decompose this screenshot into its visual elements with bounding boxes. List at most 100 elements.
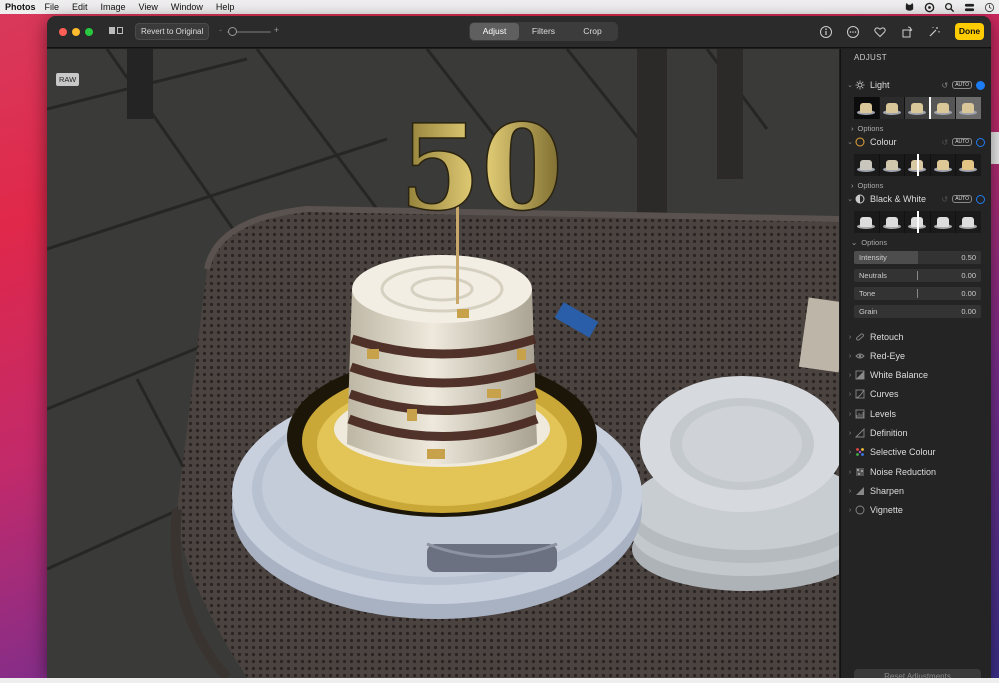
menu-window[interactable]: Window — [171, 2, 203, 12]
half-circle-icon — [855, 194, 865, 204]
colour-auto-button[interactable]: AUTO — [952, 138, 972, 146]
tool-definition[interactable]: › Definition — [845, 427, 908, 439]
bw-enabled-toggle[interactable] — [976, 194, 985, 204]
chevron-down-icon[interactable]: ⌄ — [845, 195, 855, 203]
intensity-value[interactable]: 0.50 — [961, 253, 976, 262]
zoom-in-label: + — [273, 25, 279, 35]
toolbar-icons — [819, 25, 941, 39]
tool-noise-reduction[interactable]: › Noise Reduction — [845, 466, 936, 478]
sharpen-icon — [855, 486, 865, 496]
auto-enhance-wand-icon[interactable] — [927, 25, 941, 39]
tool-sharpen[interactable]: › Sharpen — [845, 485, 904, 497]
colour-enabled-toggle[interactable] — [976, 137, 985, 147]
tool-definition-label: Definition — [870, 428, 908, 438]
done-button[interactable]: Done — [955, 23, 984, 40]
neutrals-slider[interactable]: Neutrals 0.00 — [854, 269, 981, 282]
creative-cloud-icon[interactable] — [924, 2, 935, 13]
reset-adjustments-button[interactable]: Reset Adjustments — [854, 669, 981, 678]
menu-edit[interactable]: Edit — [72, 2, 88, 12]
colour-options-label: Options — [857, 180, 884, 190]
search-icon[interactable] — [944, 2, 955, 13]
menu-file[interactable]: File — [45, 2, 60, 12]
grain-slider[interactable]: Grain 0.00 — [854, 305, 981, 318]
minimize-button[interactable] — [72, 28, 80, 36]
bandage-icon — [855, 332, 865, 342]
info-icon[interactable] — [819, 25, 833, 39]
cat-icon[interactable] — [904, 2, 915, 13]
light-slider-handle[interactable] — [929, 97, 931, 119]
favorite-heart-icon[interactable] — [873, 25, 887, 39]
section-bw-header[interactable]: ⌄ Black & White ↺ AUTO — [845, 193, 985, 205]
bw-options-toggle[interactable]: ⌄ Options — [851, 237, 887, 247]
chevron-right-icon: › — [848, 468, 852, 476]
photos-edit-window: Revert to Original - + Adjust Filters Cr… — [47, 16, 991, 678]
menu-view[interactable]: View — [139, 2, 158, 12]
control-center-icon[interactable] — [964, 2, 975, 13]
tab-filters[interactable]: Filters — [519, 23, 568, 40]
chevron-down-icon[interactable]: ⌄ — [845, 138, 855, 146]
grain-value[interactable]: 0.00 — [961, 307, 976, 316]
light-thumbnail-strip[interactable] — [854, 97, 981, 119]
chevron-right-icon: › — [848, 487, 852, 495]
rotate-icon[interactable] — [900, 25, 914, 39]
colour-thumbnail-strip[interactable] — [854, 154, 981, 176]
vignette-icon — [855, 505, 865, 515]
chevron-right-icon: › — [848, 333, 852, 341]
bw-auto-button[interactable]: AUTO — [952, 195, 972, 203]
tone-slider[interactable]: Tone 0.00 — [854, 287, 981, 300]
undo-icon[interactable]: ↺ — [941, 138, 948, 147]
light-enabled-toggle[interactable] — [976, 80, 985, 90]
chevron-right-icon: › — [848, 506, 852, 514]
zoom-slider[interactable]: - + — [219, 25, 279, 38]
section-colour-label: Colour — [870, 137, 897, 147]
undo-icon[interactable]: ↺ — [941, 81, 948, 90]
color-dots-icon — [855, 447, 865, 457]
tool-white-balance[interactable]: › White Balance — [845, 369, 928, 381]
photo-image: 50 — [47, 49, 839, 678]
neutrals-slider-marker — [917, 271, 918, 280]
section-light-label: Light — [870, 80, 890, 90]
revert-to-original-button[interactable]: Revert to Original — [135, 23, 210, 40]
undo-icon[interactable]: ↺ — [941, 195, 948, 204]
clock-icon[interactable] — [984, 2, 995, 13]
more-options-icon[interactable] — [846, 25, 860, 39]
colour-slider-handle[interactable] — [917, 154, 919, 176]
tool-sharpen-label: Sharpen — [870, 486, 905, 496]
tone-slider-marker — [917, 289, 918, 298]
tool-curves[interactable]: › Curves — [845, 388, 899, 400]
zoom-knob[interactable] — [228, 27, 237, 36]
tab-adjust[interactable]: Adjust — [470, 23, 519, 40]
neutrals-value[interactable]: 0.00 — [961, 271, 976, 280]
chevron-down-icon[interactable]: ⌄ — [845, 81, 855, 89]
menu-app-name[interactable]: Photos — [5, 2, 36, 12]
close-button[interactable] — [59, 28, 67, 36]
tool-vignette[interactable]: › Vignette — [845, 504, 903, 516]
menu-image[interactable]: Image — [101, 2, 126, 12]
tab-crop[interactable]: Crop — [568, 23, 617, 40]
tone-value[interactable]: 0.00 — [961, 289, 976, 298]
light-options-toggle[interactable]: › Options — [851, 123, 883, 133]
light-auto-button[interactable]: AUTO — [952, 81, 972, 89]
chevron-right-icon: › — [848, 371, 852, 379]
colour-circle-icon — [855, 137, 865, 147]
intensity-slider[interactable]: Intensity 0.50 — [854, 251, 981, 264]
fullscreen-button[interactable] — [85, 28, 93, 36]
colour-options-toggle[interactable]: › Options — [851, 180, 883, 190]
split-view-toggle-icon[interactable] — [109, 27, 123, 34]
bw-thumbnail-strip[interactable] — [854, 211, 981, 233]
section-colour-header[interactable]: ⌄ Colour ↺ AUTO — [845, 136, 985, 148]
menu-bar: Photos File Edit Image View Window Help — [0, 0, 999, 14]
tool-retouch[interactable]: › Retouch — [845, 331, 904, 343]
chevron-right-icon: › — [848, 429, 852, 437]
menu-help[interactable]: Help — [216, 2, 235, 12]
tool-selective-colour[interactable]: › Selective Colour — [845, 446, 936, 458]
tool-white-balance-label: White Balance — [870, 370, 929, 380]
photo-canvas[interactable]: 50 RAW — [47, 49, 839, 678]
tool-levels[interactable]: › Levels — [845, 408, 896, 420]
section-light-header[interactable]: ⌄ Light ↺ AUTO — [845, 79, 985, 91]
white-balance-icon — [855, 370, 865, 380]
bw-slider-handle[interactable] — [917, 211, 919, 233]
toolbar: Revert to Original - + Adjust Filters Cr… — [47, 16, 991, 48]
dock-edge — [0, 678, 999, 683]
tool-red-eye[interactable]: › Red-Eye — [845, 350, 905, 362]
